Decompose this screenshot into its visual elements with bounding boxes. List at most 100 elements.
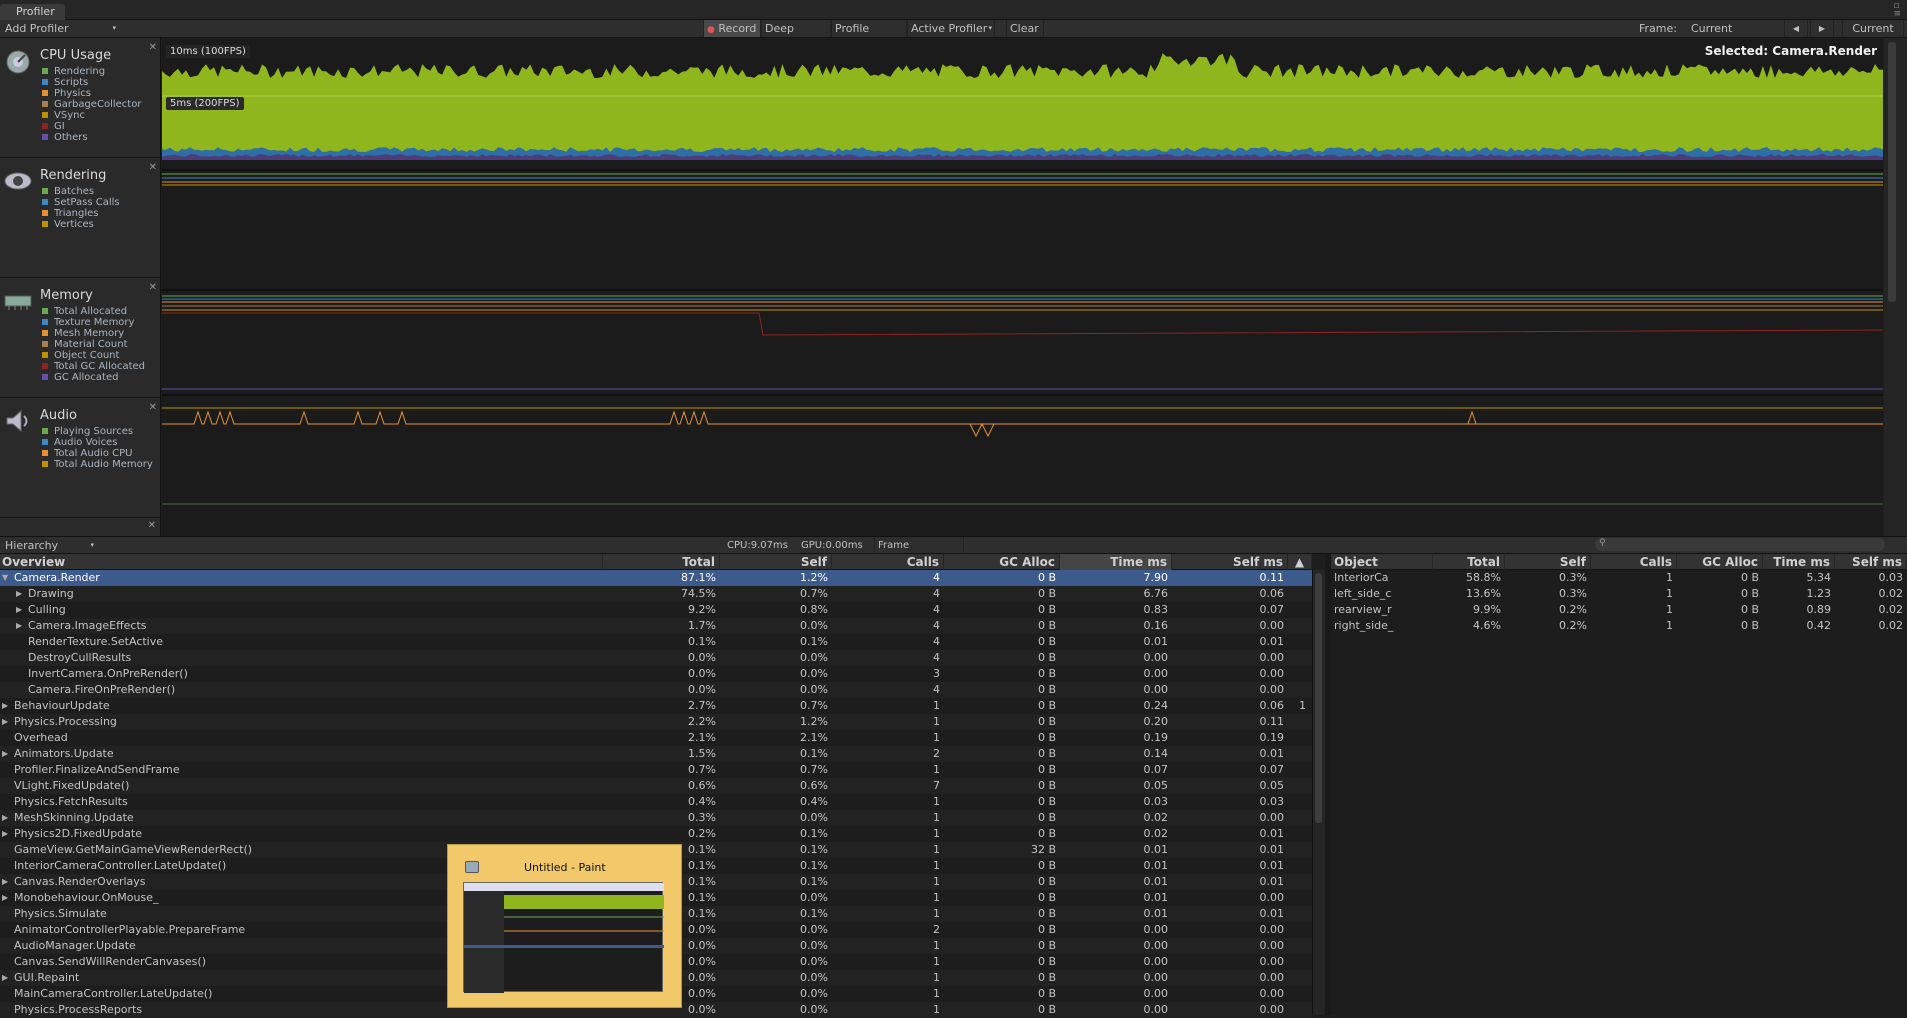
table-row[interactable]: ▶ BehaviourUpdate 2.7% 0.7% 1 0 B 0.24 0.06 1 (0, 698, 1312, 714)
profiler-tab[interactable]: Profiler (0, 4, 65, 20)
table-row[interactable]: InvertCamera.OnPreRender() 0.0% 0.0% 3 0 B 0.… (0, 666, 1312, 682)
column-calls[interactable]: Calls (832, 554, 944, 570)
expand-arrow-icon[interactable]: ▶ (2, 890, 12, 906)
object-row[interactable]: rearview_r 9.9% 0.2% 1 0 B 0.89 0.02 (1331, 602, 1907, 618)
deep-profile-button[interactable]: Deep Profile (761, 20, 831, 52)
profile-editor-button[interactable]: Profile Editor (831, 20, 907, 52)
legend-item[interactable]: Batches (42, 186, 120, 197)
column-gc-alloc[interactable]: GC Alloc (944, 554, 1060, 570)
expand-arrow-icon[interactable]: ▶ (16, 602, 26, 618)
legend-item[interactable]: Material Count (42, 339, 145, 350)
column-self[interactable]: Self (720, 554, 832, 570)
lane-cpu-usage[interactable]: CPU Usage Rendering Scripts Physics Garbage… (0, 38, 161, 158)
column-overview[interactable]: Overview (0, 554, 603, 570)
lane-audio[interactable]: Audio Playing Sources Audio Voices Total A… (0, 398, 161, 518)
column-object[interactable]: Object (1331, 554, 1433, 570)
collapse-arrow-icon[interactable]: ▼ (2, 570, 12, 586)
object-row[interactable]: left_side_c 13.6% 0.3% 1 0 B 1.23 0.02 (1331, 586, 1907, 602)
expand-arrow-icon[interactable]: ▶ (16, 618, 26, 634)
sort-indicator-icon[interactable]: ▲ (1288, 554, 1312, 570)
table-row[interactable]: ▶ Camera.ImageEffects 1.7% 0.0% 4 0 B 0.16 0.00 (0, 618, 1312, 634)
legend-label: Playing Sources (54, 426, 134, 437)
legend-item[interactable]: Mesh Memory (42, 328, 145, 339)
column-time-ms[interactable]: Time ms (1060, 554, 1172, 570)
add-profiler-dropdown[interactable]: Add Profiler ▾ (2, 20, 118, 37)
legend-label: GI (54, 121, 65, 132)
expand-arrow-icon[interactable]: ▶ (2, 714, 12, 730)
legend-item[interactable]: Vertices (42, 219, 120, 230)
table-row[interactable]: Camera.FireOnPreRender() 0.0% 0.0% 4 0 B 0.00… (0, 682, 1312, 698)
close-icon[interactable]: ✕ (149, 42, 157, 53)
column-self[interactable]: Self (1505, 554, 1591, 570)
close-icon[interactable]: ✕ (149, 162, 157, 173)
view-mode-dropdown[interactable]: Hierarchy ▾ (2, 537, 96, 554)
legend-item[interactable]: Object Count (42, 350, 145, 361)
table-row[interactable]: ▶ Physics.Processing 2.2% 1.2% 1 0 B 0.20 0.11 (0, 714, 1312, 730)
legend-item[interactable]: Total Audio Memory (42, 459, 153, 470)
table-row[interactable]: ▼ Camera.Render 87.1% 1.2% 4 0 B 7.90 0.11 (0, 570, 1312, 586)
current-frame-button[interactable]: Current (1842, 20, 1904, 37)
expand-arrow-icon[interactable]: ▶ (2, 746, 12, 762)
expand-arrow-icon[interactable]: ▶ (2, 810, 12, 826)
record-button[interactable]: ● Record (703, 20, 761, 37)
legend-item[interactable]: SetPass Calls (42, 197, 120, 208)
legend-item[interactable]: Audio Voices (42, 437, 153, 448)
table-row[interactable]: RenderTexture.SetActive 0.1% 0.1% 4 0 B 0.01 0… (0, 634, 1312, 650)
legend-item[interactable]: Triangles (42, 208, 120, 219)
legend-item[interactable]: Playing Sources (42, 426, 153, 437)
expand-arrow-icon[interactable]: ▶ (2, 698, 12, 714)
table-row[interactable]: ▶ Drawing 74.5% 0.7% 4 0 B 6.76 0.06 (0, 586, 1312, 602)
legend-item[interactable]: Physics (42, 88, 141, 99)
column-time-ms[interactable]: Time ms (1763, 554, 1835, 570)
table-row[interactable]: Profiler.FinalizeAndSendFrame 0.7% 0.7% 1 0 … (0, 762, 1312, 778)
search-input[interactable]: ⚲ (1595, 538, 1885, 551)
column-gc-alloc[interactable]: GC Alloc (1677, 554, 1763, 570)
lane-memory[interactable]: Memory Total Allocated Texture Memory Mesh… (0, 278, 161, 398)
clear-button[interactable]: Clear (1006, 20, 1044, 37)
window-menu-icon[interactable]: ▫ ≡ (1893, 2, 1901, 19)
previous-frame-button[interactable]: ◀ (1784, 20, 1808, 37)
table-row[interactable]: ▶ Animators.Update 1.5% 0.1% 2 0 B 0.14 0.01 (0, 746, 1312, 762)
column-total[interactable]: Total (1433, 554, 1505, 570)
legend-item[interactable]: Rendering (42, 66, 141, 77)
legend-item[interactable]: GI (42, 121, 141, 132)
next-frame-button[interactable]: ▶ (1810, 20, 1834, 37)
expand-arrow-icon[interactable]: ▶ (2, 826, 12, 842)
close-icon[interactable]: ✕ (148, 520, 156, 531)
table-row[interactable]: ▶ Physics2D.FixedUpdate 0.2% 0.1% 1 0 B 0.02 0.… (0, 826, 1312, 842)
legend-item[interactable]: GC Allocated (42, 372, 145, 383)
table-row[interactable]: ▶ Culling 9.2% 0.8% 4 0 B 0.83 0.07 (0, 602, 1312, 618)
legend-item[interactable]: VSync (42, 110, 141, 121)
profiler-graph-area[interactable] (162, 38, 1884, 536)
expand-arrow-icon[interactable]: ▶ (2, 970, 12, 986)
table-row[interactable]: VLight.FixedUpdate() 0.6% 0.6% 7 0 B 0.05 0.05 (0, 778, 1312, 794)
legend-item[interactable]: Others (42, 132, 141, 143)
column-self-ms[interactable]: Self ms (1172, 554, 1288, 570)
table-row[interactable]: DestroyCullResults 0.0% 0.0% 4 0 B 0.00 0.00 (0, 650, 1312, 666)
expand-arrow-icon[interactable]: ▶ (2, 874, 12, 890)
active-profiler-dropdown[interactable]: Active Profiler ▾ (907, 20, 995, 37)
cell-calls: 4 (933, 619, 940, 632)
lane-rendering[interactable]: Rendering Batches SetPass Calls Triangles V… (0, 158, 161, 278)
object-row[interactable]: InteriorCa 58.8% 0.3% 1 0 B 5.34 0.03 (1331, 570, 1907, 586)
legend-item[interactable]: Total GC Allocated (42, 361, 145, 372)
close-icon[interactable]: ✕ (149, 402, 157, 413)
table-row[interactable]: Overhead 2.1% 2.1% 1 0 B 0.19 0.19 (0, 730, 1312, 746)
legend-item[interactable]: GarbageCollector (42, 99, 141, 110)
close-icon[interactable]: ✕ (149, 282, 157, 293)
column-total[interactable]: Total (603, 554, 720, 570)
expand-arrow-icon[interactable]: ▶ (16, 586, 26, 602)
table-row[interactable]: ▶ MeshSkinning.Update 0.3% 0.0% 1 0 B 0.02 0.00 (0, 810, 1312, 826)
table-row[interactable]: Physics.FetchResults 0.4% 0.4% 1 0 B 0.03 0.03 (0, 794, 1312, 810)
column-calls[interactable]: Calls (1591, 554, 1677, 570)
legend-item[interactable]: Total Allocated (42, 306, 145, 317)
object-row[interactable]: right_side_ 4.6% 0.2% 1 0 B 0.42 0.02 (1331, 618, 1907, 634)
column-self-ms[interactable]: Self ms (1835, 554, 1907, 570)
legend-item[interactable]: Texture Memory (42, 317, 145, 328)
legend-item[interactable]: Scripts (42, 77, 141, 88)
legend-item[interactable]: Total Audio CPU (42, 448, 153, 459)
graph-scrollbar-thumb[interactable] (1888, 42, 1896, 302)
frame-debugger-button[interactable]: Frame Debugger (874, 537, 964, 568)
preview-thumbnail[interactable] (463, 882, 664, 993)
hierarchy-scrollbar-thumb[interactable] (1315, 573, 1322, 823)
